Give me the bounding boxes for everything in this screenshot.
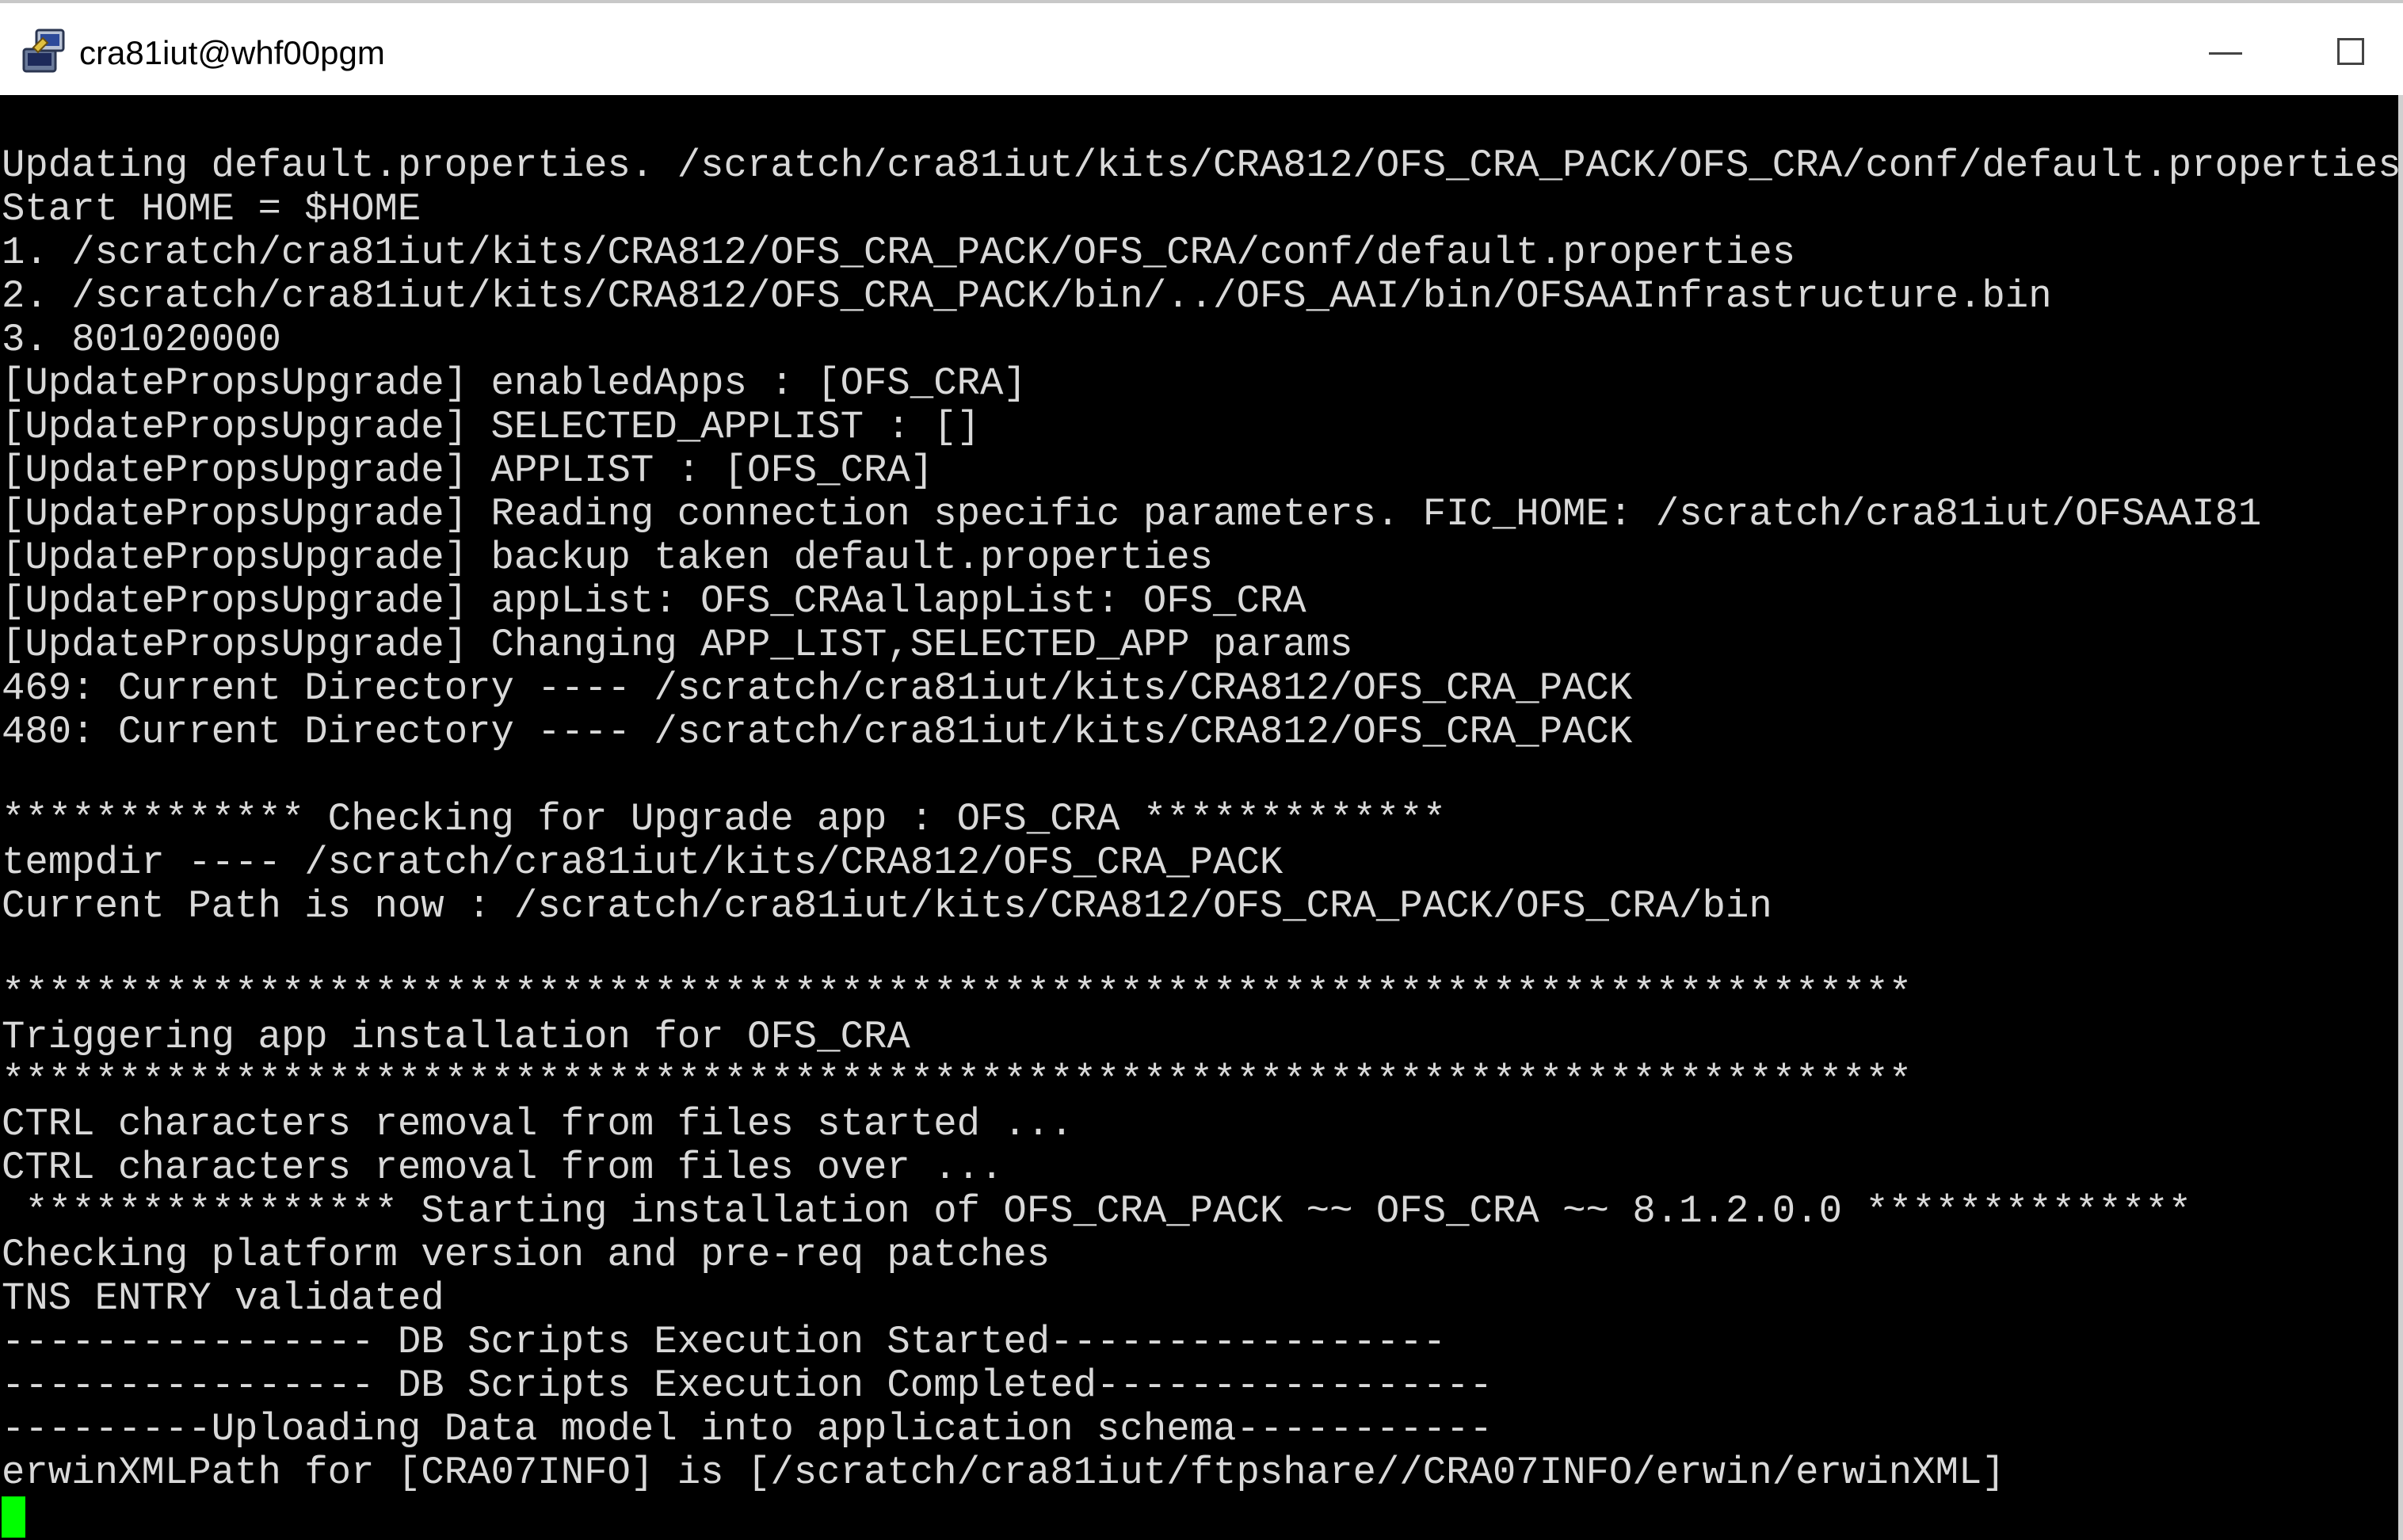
terminal-line: ****************************************…: [2, 1058, 1913, 1103]
terminal-line: Current Path is now : /scratch/cra81iut/…: [2, 884, 1772, 928]
terminal-line: erwinXMLPath for [CRA07INFO] is [/scratc…: [2, 1450, 2005, 1495]
terminal-line: ---------Uploading Data model into appli…: [2, 1407, 1493, 1451]
terminal-line: ---------------- DB Scripts Execution Co…: [2, 1363, 1493, 1408]
putty-terminal-icon[interactable]: [19, 25, 70, 76]
terminal-line: [UpdatePropsUpgrade] SELECTED_APPLIST : …: [2, 405, 981, 449]
terminal-line: 469: Current Directory ---- /scratch/cra…: [2, 666, 1633, 711]
terminal-line: ---------------- DB Scripts Execution St…: [2, 1320, 1447, 1364]
terminal-line: [UpdatePropsUpgrade] appList: OFS_CRAall…: [2, 579, 1306, 623]
terminal-line: 3. 801020000: [2, 318, 281, 362]
terminal-line: CTRL characters removal from files over …: [2, 1145, 1004, 1190]
terminal-cursor: [2, 1496, 25, 1538]
terminal-line: Checking platform version and pre-req pa…: [2, 1233, 1051, 1277]
terminal-line: ************* Checking for Upgrade app :…: [2, 797, 1447, 841]
terminal-line: 2. /scratch/cra81iut/kits/CRA812/OFS_CRA…: [2, 274, 2052, 318]
terminal-line: Start HOME = $HOME: [2, 187, 421, 231]
terminal-output[interactable]: Updating default.properties. /scratch/cr…: [0, 95, 2403, 1540]
maximize-button[interactable]: [2313, 16, 2401, 89]
minimize-icon: [2209, 52, 2242, 55]
title-bar[interactable]: cra81iut@whf00pgm: [0, 0, 2403, 98]
terminal-line: 1. /scratch/cra81iut/kits/CRA812/OFS_CRA…: [2, 231, 1796, 275]
terminal-line: [UpdatePropsUpgrade] APPLIST : [OFS_CRA]: [2, 448, 934, 493]
terminal-window: cra81iut@whf00pgm Updating default.prope…: [0, 0, 2403, 1540]
terminal-line: Triggering app installation for OFS_CRA: [2, 1015, 910, 1059]
window-border: [2398, 95, 2403, 1540]
terminal-line: 480: Current Directory ---- /scratch/cra…: [2, 710, 1633, 754]
terminal-line: [UpdatePropsUpgrade] enabledApps : [OFS_…: [2, 361, 1027, 406]
terminal-line: [UpdatePropsUpgrade] Changing APP_LIST,S…: [2, 623, 1353, 667]
terminal-line: ****************************************…: [2, 971, 1913, 1016]
maximize-icon: [2337, 38, 2364, 65]
terminal-line: [UpdatePropsUpgrade] Reading connection …: [2, 492, 2262, 536]
terminal-line: Updating default.properties. /scratch/cr…: [2, 143, 2401, 188]
terminal-line: CTRL characters removal from files start…: [2, 1102, 1074, 1146]
terminal-line: TNS ENTRY validated: [2, 1276, 444, 1321]
terminal-line: [UpdatePropsUpgrade] backup taken defaul…: [2, 536, 1214, 580]
terminal-line: **************** Starting installation o…: [2, 1189, 2192, 1233]
minimize-button[interactable]: [2184, 16, 2271, 89]
terminal-lines: Updating default.properties. /scratch/cr…: [2, 144, 2401, 1538]
terminal-line: tempdir ---- /scratch/cra81iut/kits/CRA8…: [2, 841, 1284, 885]
window-title: cra81iut@whf00pgm: [79, 34, 385, 71]
